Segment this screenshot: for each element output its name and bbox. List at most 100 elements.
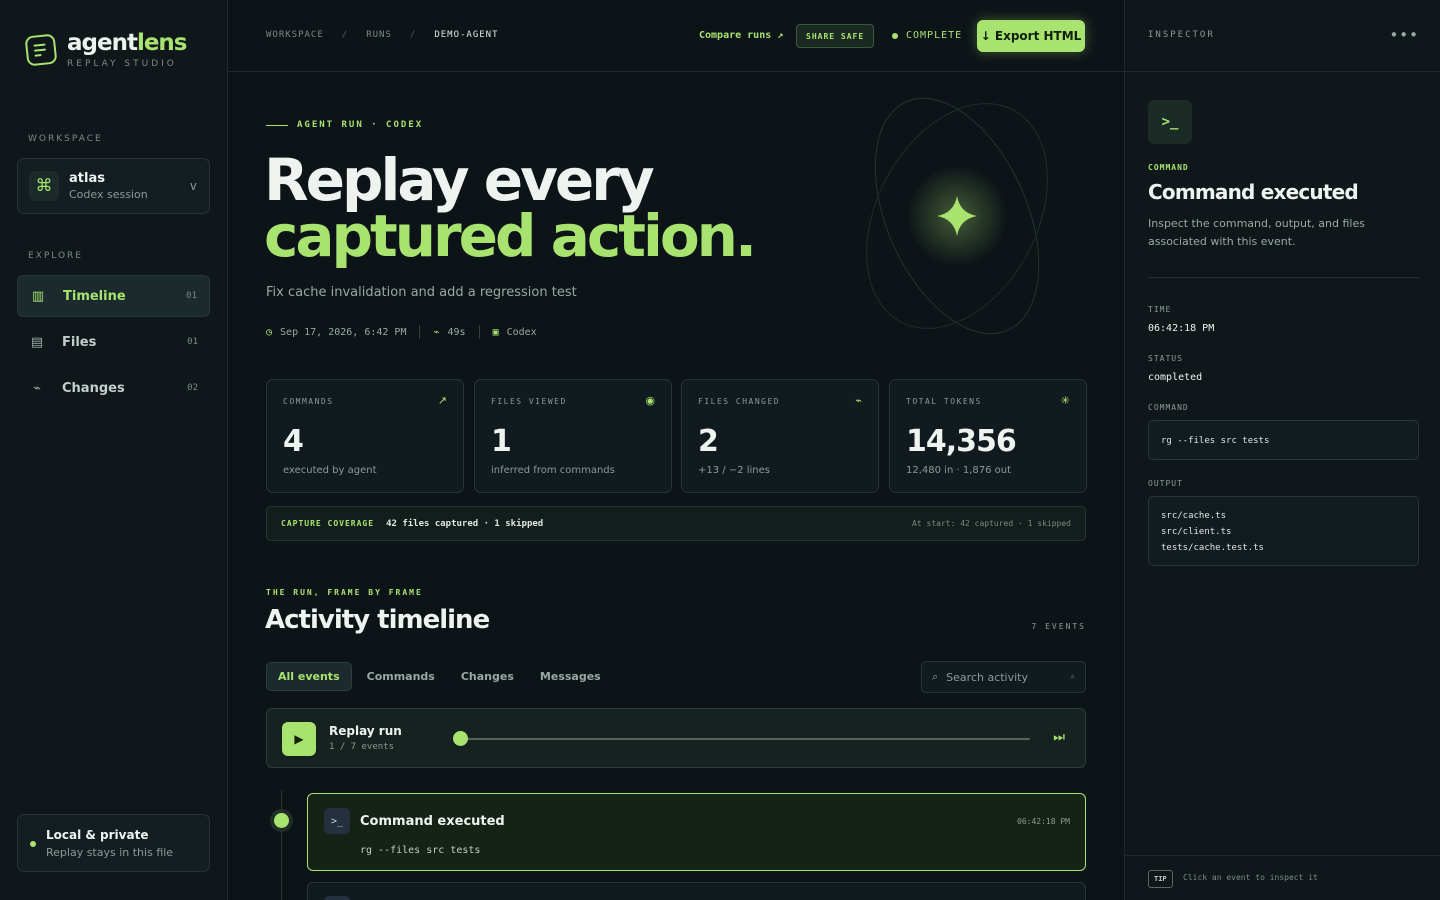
export-html-button[interactable]: ↓ Export HTML (977, 20, 1085, 52)
status-label: STATUS (1148, 354, 1183, 363)
sidebar: agentlens REPLAY STUDIO WORKSPACE ⌘ atla… (0, 0, 228, 900)
timeline-rail (281, 790, 282, 900)
main-content: AGENT RUN · CODEX Replay every captured … (228, 72, 1124, 900)
replay-progress: 1 / 7 events (329, 742, 395, 752)
terminal-icon: >_ (1148, 100, 1192, 144)
workspace-switcher[interactable]: ⌘ atlas Codex session v (17, 158, 210, 214)
search-icon: ⌕ (932, 670, 939, 683)
event-title: Command executed (360, 814, 505, 829)
event-icon (324, 896, 350, 900)
replay-scrubber-track[interactable] (460, 738, 1030, 740)
stat-value: 14,356 (906, 424, 1017, 459)
breadcrumb-workspace[interactable]: WORKSPACE (266, 30, 324, 40)
brand-subtitle: REPLAY STUDIO (67, 59, 177, 69)
stat-subtitle: +13 / −2 lines (698, 465, 771, 476)
top-bar: WORKSPACE / RUNS / DEMO-AGENT Compare ru… (228, 0, 1124, 72)
sidebar-item-timeline[interactable]: ▥ Timeline 01 (17, 275, 210, 317)
sidebar-item-files[interactable]: ▤ Files 01 (17, 321, 210, 363)
breadcrumb-separator: / (409, 30, 417, 40)
tab-commands[interactable]: Commands (356, 662, 446, 691)
timeline-node-active (274, 813, 289, 828)
workspace-name: atlas (69, 171, 105, 186)
stat-label: FILES VIEWED (491, 397, 567, 406)
workspace-subtitle: Codex session (69, 188, 148, 201)
inspector-description: Inspect the command, output, and files a… (1148, 217, 1365, 248)
output-box[interactable]: src/cache.ts src/client.ts tests/cache.t… (1148, 496, 1419, 566)
tab-all-events[interactable]: All events (266, 662, 352, 691)
breadcrumb-separator: / (341, 30, 349, 40)
timeline-event-selected[interactable]: >_ Command executed 06:42:18 PM rg --fil… (307, 793, 1086, 871)
clock-icon: ◷ (266, 326, 273, 338)
skip-to-end-icon[interactable]: ⏭ (1053, 730, 1065, 745)
search-input[interactable] (946, 670, 1057, 684)
tip-text: Click an event to inspect it (1183, 873, 1318, 882)
tip-badge: TIP (1148, 870, 1173, 888)
sidebar-item-label: Files (62, 334, 97, 350)
run-date: Sep 17, 2026, 6:42 PM (280, 326, 407, 338)
output-label: OUTPUT (1148, 479, 1183, 488)
compare-runs-link[interactable]: Compare runs ↗ (699, 30, 783, 41)
hero-title: Replay every captured action. (264, 151, 757, 265)
stat-card-files-changed: FILES CHANGED ⌁ 2 +13 / −2 lines (681, 379, 879, 493)
status-dot (892, 32, 898, 39)
play-button[interactable]: ▶ (282, 722, 316, 756)
capture-coverage-bar: CAPTURE COVERAGE 42 files captured · 1 s… (266, 506, 1086, 541)
timeline-event[interactable] (307, 882, 1086, 900)
output-line: tests/cache.test.ts (1161, 543, 1264, 553)
sparkle-orbit-illustration (866, 97, 1048, 335)
command-box[interactable]: rg --files src tests (1148, 420, 1419, 460)
explore-section-label: EXPLORE (28, 251, 83, 261)
stat-value: 4 (283, 424, 304, 459)
command-key-icon: ⌘ (29, 171, 59, 201)
run-duration: 49s (447, 326, 466, 338)
diff-icon: ⌁ (33, 380, 41, 396)
output-line: src/cache.ts (1161, 511, 1227, 521)
run-agent: Codex (506, 326, 537, 338)
sidebar-item-changes[interactable]: ⌁ Changes 02 (17, 367, 210, 409)
timeline-eyebrow: THE RUN, FRAME BY FRAME (266, 588, 423, 597)
inspector-label: INSPECTOR (1148, 30, 1215, 40)
run-status: COMPLETE (892, 30, 962, 41)
replay-title: Replay run (329, 724, 402, 738)
replay-scrubber-handle[interactable] (453, 731, 468, 746)
pulse-icon: ⌁ (433, 326, 440, 338)
brand-logo[interactable]: agentlens REPLAY STUDIO (24, 30, 187, 69)
status-label: COMPLETE (906, 30, 963, 41)
coverage-value: 42 files captured · 1 skipped (386, 518, 544, 529)
inspector-kicker: COMMAND (1148, 163, 1189, 172)
diff-icon: ⌁ (855, 394, 862, 407)
coverage-label: CAPTURE COVERAGE (281, 519, 375, 528)
inspector-header: INSPECTOR ••• (1125, 0, 1440, 72)
inspector-title: Command executed (1148, 180, 1359, 204)
breadcrumb: WORKSPACE / RUNS / DEMO-AGENT (266, 30, 499, 40)
eye-icon: ◉ (645, 394, 655, 407)
terminal-icon: >_ (324, 808, 350, 834)
more-options-icon[interactable]: ••• (1389, 26, 1419, 44)
share-safe-button[interactable]: SHARE SAFE (796, 24, 875, 48)
run-description: Fix cache invalidation and add a regress… (266, 285, 577, 300)
logo-icon (24, 33, 58, 67)
breadcrumb-runs[interactable]: RUNS (366, 30, 392, 40)
time-value: 06:42:18 PM (1148, 323, 1215, 334)
event-command: rg --files src tests (360, 845, 481, 856)
stat-card-commands: COMMANDS ↗ 4 executed by agent (266, 379, 464, 493)
inspector-panel: INSPECTOR ••• >_ COMMAND Command execute… (1124, 0, 1440, 900)
tab-messages[interactable]: Messages (529, 662, 612, 691)
file-list-icon: ▤ (30, 334, 44, 350)
sidebar-item-count: 01 (186, 291, 197, 301)
stat-subtitle: 12,480 in · 1,876 out (906, 465, 1012, 476)
brand-name: agentlens (67, 30, 187, 56)
hero-eyebrow: AGENT RUN · CODEX (266, 120, 423, 130)
workspace-section-label: WORKSPACE (28, 134, 103, 144)
stat-label: FILES CHANGED (698, 397, 781, 406)
tab-changes[interactable]: Changes (450, 662, 525, 691)
status-dot (30, 841, 36, 847)
inspector-footer: TIP Click an event to inspect it (1125, 855, 1440, 900)
divider (1148, 277, 1419, 278)
columns-icon: ▥ (31, 288, 45, 304)
eyebrow-rule (266, 124, 288, 126)
privacy-subtitle: Replay stays in this file (46, 846, 174, 859)
hero-eyebrow-text: AGENT RUN · CODEX (297, 120, 424, 130)
output-line: src/client.ts (1161, 527, 1232, 537)
run-meta: ◷ Sep 17, 2026, 6:42 PM ⌁ 49s ▣ Codex (266, 325, 537, 339)
